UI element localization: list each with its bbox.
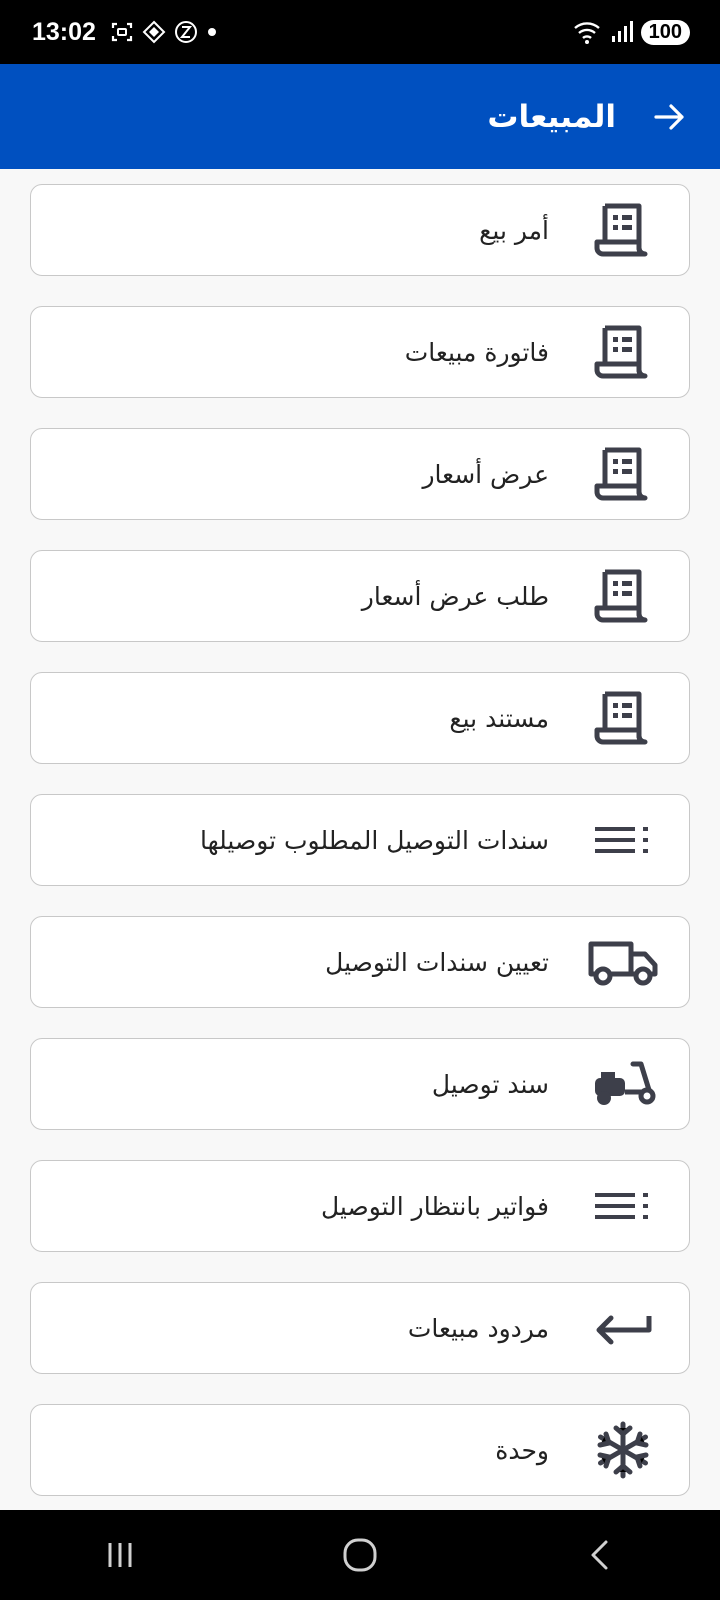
recent-apps-button[interactable] <box>90 1525 150 1585</box>
menu-item-unit[interactable]: وحدة <box>30 1404 690 1496</box>
battery-indicator: 100 <box>640 19 690 45</box>
menu-item-label: سند توصيل <box>431 1069 549 1099</box>
menu-item-invoices-awaiting-delivery[interactable]: فواتير بانتظار التوصيل <box>30 1160 690 1252</box>
sales-menu-list: أمر بيع فاتورة مبيعات عرض أسعار طلب عرض … <box>30 184 690 1526</box>
menu-item-sales-document[interactable]: مستند بيع <box>30 672 690 764</box>
menu-item-assign-delivery-notes[interactable]: تعيين سندات التوصيل <box>30 916 690 1008</box>
back-nav-button[interactable] <box>570 1525 630 1585</box>
notification-icons <box>110 20 218 44</box>
menu-item-label: وحدة <box>495 1435 549 1465</box>
menu-item-label: تعيين سندات التوصيل <box>325 947 549 977</box>
menu-item-sales-invoice[interactable]: فاتورة مبيعات <box>30 306 690 398</box>
menu-item-sales-return[interactable]: مردود مبيعات <box>30 1282 690 1374</box>
page-title: المبيعات <box>487 98 616 135</box>
menu-item-quote-request[interactable]: طلب عرض أسعار <box>30 550 690 642</box>
menu-item-sales-order[interactable]: أمر بيع <box>30 184 690 276</box>
back-button[interactable] <box>650 97 690 137</box>
chevron-left-icon <box>591 1540 608 1570</box>
truck-icon <box>587 926 659 998</box>
status-time: 13:02 <box>32 17 96 46</box>
receipt-icon <box>587 316 659 388</box>
receipt-icon <box>587 438 659 510</box>
app-circle-icon <box>174 21 197 43</box>
scooter-icon <box>587 1048 659 1120</box>
arrow-right-icon <box>654 103 684 130</box>
list-icon <box>587 1170 659 1242</box>
menu-item-label: مردود مبيعات <box>407 1313 549 1343</box>
wifi-icon <box>573 22 600 44</box>
screenshot-icon <box>111 22 133 42</box>
menu-item-label: أمر بيع <box>479 215 549 245</box>
recent-apps-icon <box>108 1543 132 1567</box>
system-nav-bar <box>0 1510 720 1600</box>
list-icon <box>587 804 659 876</box>
menu-item-pending-delivery-notes[interactable]: سندات التوصيل المطلوب توصيلها <box>30 794 690 886</box>
receipt-icon <box>587 682 659 754</box>
status-bar: 13:02 100 <box>0 0 720 64</box>
menu-item-delivery-note[interactable]: سند توصيل <box>30 1038 690 1130</box>
return-icon <box>587 1292 659 1364</box>
menu-item-label: فاتورة مبيعات <box>404 337 549 367</box>
menu-item-label: طلب عرض أسعار <box>361 581 549 611</box>
menu-item-label: مستند بيع <box>449 703 549 733</box>
snowflake-icon <box>587 1414 659 1486</box>
menu-item-price-quote[interactable]: عرض أسعار <box>30 428 690 520</box>
signal-icon <box>611 21 633 42</box>
receipt-icon <box>587 194 659 266</box>
receipt-icon <box>587 560 659 632</box>
menu-item-label: سندات التوصيل المطلوب توصيلها <box>200 825 549 855</box>
app-bar: المبيعات <box>0 64 720 169</box>
home-icon <box>343 1538 377 1572</box>
dot-icon <box>207 28 216 36</box>
menu-item-label: عرض أسعار <box>422 459 549 489</box>
menu-item-label: فواتير بانتظار التوصيل <box>320 1191 549 1221</box>
home-button[interactable] <box>330 1525 390 1585</box>
app-diamond-icon <box>142 20 166 44</box>
